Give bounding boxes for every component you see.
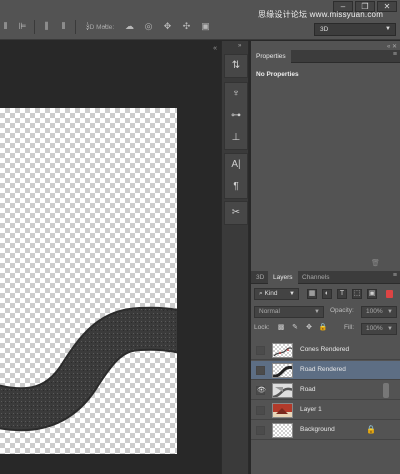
visibility-toggle[interactable]	[256, 426, 265, 435]
layer-name: Road Rendered	[300, 366, 346, 373]
pan-3d-icon[interactable]: ✥	[162, 21, 173, 32]
tab-properties[interactable]: Properties	[251, 50, 291, 63]
lock-pixels-icon[interactable]: ✎	[290, 324, 300, 334]
workspace-select[interactable]: 3D ▼	[314, 23, 396, 36]
collapse-arrows-icon[interactable]: «	[213, 45, 217, 52]
filter-pixel-icon[interactable]: ▦	[307, 289, 317, 299]
fill-label: Fill:	[344, 324, 355, 331]
opacity-field[interactable]: 100% ▼	[361, 306, 397, 318]
opacity-value: 100%	[366, 308, 383, 315]
layer-row[interactable]: Layer 1	[251, 401, 400, 420]
tab-channels[interactable]: Channels	[297, 271, 334, 284]
layer-name: Layer 1	[300, 406, 322, 413]
workspace-value: 3D	[320, 26, 329, 33]
chevron-down-icon: ▼	[387, 326, 393, 332]
filter-shape-icon[interactable]: ⬚	[352, 289, 362, 299]
layer-row[interactable]: Cones Rendered	[251, 341, 400, 360]
layer-row[interactable]: 👁 Road	[251, 381, 400, 400]
blend-mode-select[interactable]: Normal ▼	[254, 306, 324, 318]
paragraph-icon[interactable]: ¶	[225, 176, 247, 198]
tab-3d[interactable]: 3D	[251, 271, 269, 284]
panel-menu-icon[interactable]: ≡	[393, 51, 397, 58]
tool-group-type: A| ¶	[224, 153, 248, 199]
slide-3d-icon[interactable]: ✣	[181, 21, 192, 32]
filter-kind-value: Kind	[264, 290, 278, 297]
lock-position-icon[interactable]: ✥	[304, 324, 314, 334]
visibility-toggle[interactable]	[256, 406, 265, 415]
history-icon[interactable]: ⇅	[225, 55, 247, 77]
layer-name: Cones Rendered	[300, 346, 350, 353]
lock-transparent-icon[interactable]: ▩	[276, 324, 286, 334]
visibility-toggle[interactable]	[256, 366, 265, 375]
right-panel-dock: « ✕ Properties ≡ No Properties 🗑 3D Laye…	[251, 41, 400, 474]
lock-row: Lock: ▩ ✎ ✥ 🔒 Fill: 100% ▼	[254, 323, 397, 336]
chevron-down-icon: ▼	[387, 309, 393, 315]
tool-group-history: ⇅	[224, 54, 248, 78]
watermark-text: 思缘设计论坛 www.missyuan.com	[258, 10, 384, 19]
expand-arrows-icon[interactable]: »	[238, 43, 241, 49]
distribute-columns-icon[interactable]: ⦀	[58, 21, 69, 32]
3d-mode-tools: ☁ ◎ ✥ ✣ ▣	[124, 21, 211, 32]
clone-source-icon[interactable]: ⊥	[225, 127, 247, 149]
character-icon[interactable]: A|	[225, 154, 247, 176]
filter-kind-select[interactable]: ⌕ Kind ▼	[254, 288, 299, 300]
panel-tool-column: » ⇅ ♆ ⊶ ⊥ A| ¶ ✂	[221, 41, 249, 474]
lock-all-icon[interactable]: 🔒	[318, 324, 328, 334]
filter-smart-object-icon[interactable]: ▣	[367, 289, 377, 299]
tool-group-tools: ✂	[224, 201, 248, 225]
properties-tab-row: Properties ≡	[251, 50, 400, 63]
chevron-down-icon: ▼	[385, 26, 391, 32]
tab-layers[interactable]: Layers	[268, 271, 298, 284]
layer-name: Road	[300, 386, 316, 393]
roll-3d-icon[interactable]: ◎	[143, 21, 154, 32]
layers-panel: 3D Layers Channels ≡ ⌕ Kind ▼ ▦ ◐ T ⬚ ▣ …	[251, 271, 400, 474]
panel-menu-icon[interactable]: ≡	[393, 272, 397, 279]
no-properties-message: No Properties	[256, 71, 299, 78]
canvas-area[interactable]: «	[0, 41, 219, 474]
blend-mode-value: Normal	[259, 308, 280, 315]
3d-mode-label: 3D Mode:	[86, 24, 115, 31]
layer-row-selected[interactable]: Road Rendered	[251, 361, 400, 380]
fill-value: 100%	[366, 325, 383, 332]
align-left-icon[interactable]: ⊫	[17, 21, 28, 32]
divider	[34, 20, 35, 34]
filter-type-icon[interactable]: T	[337, 289, 347, 299]
blend-row: Normal ▼ Opacity: 100% ▼	[254, 306, 397, 319]
brush-presets-icon[interactable]: ♆	[225, 83, 247, 105]
layers-tab-row: 3D Layers Channels ≡	[251, 271, 400, 284]
layer-thumbnail	[272, 363, 293, 378]
lock-icon: 🔒	[366, 425, 376, 434]
tool-presets-icon[interactable]: ✂	[225, 202, 247, 224]
filter-adjustment-icon[interactable]: ◐	[322, 289, 332, 299]
document-canvas[interactable]	[0, 108, 177, 454]
tool-group-brush: ♆ ⊶ ⊥	[224, 82, 248, 150]
layer-thumbnail	[272, 383, 293, 398]
layer-row[interactable]: Background 🔒	[251, 421, 400, 440]
distribute-horizontal-icon[interactable]: ⫴	[0, 21, 11, 32]
trash-icon[interactable]: 🗑	[371, 259, 380, 267]
fill-field[interactable]: 100% ▼	[361, 323, 397, 335]
eye-icon[interactable]: 👁	[256, 386, 266, 395]
properties-footer: 🗑	[251, 259, 400, 269]
lock-label: Lock:	[254, 324, 270, 331]
opacity-label: Opacity:	[330, 307, 354, 314]
road-artwork	[0, 306, 177, 432]
collapse-dock-icon[interactable]: « ✕	[387, 43, 397, 50]
layer-name: Background	[300, 426, 335, 433]
options-bar: – ❐ ✕ 思缘设计论坛 www.missyuan.com ⫴ ⊫ ⫼ ⦀ ⋮ …	[0, 0, 400, 40]
chevron-down-icon: ▼	[314, 309, 320, 315]
scrollbar-thumb[interactable]	[383, 383, 389, 398]
divider	[75, 20, 76, 34]
orbit-3d-icon[interactable]: ☁	[124, 21, 135, 32]
layer-thumbnail	[272, 403, 293, 418]
filter-toggle[interactable]	[386, 290, 393, 298]
visibility-toggle[interactable]	[256, 346, 265, 355]
distribute-spacing-icon[interactable]: ⫼	[41, 21, 52, 32]
layer-thumbnail	[272, 423, 293, 438]
scale-3d-icon[interactable]: ▣	[200, 21, 211, 32]
brush-settings-icon[interactable]: ⊶	[225, 105, 247, 127]
layer-filter-row: ⌕ Kind ▼ ▦ ◐ T ⬚ ▣	[254, 288, 397, 301]
chevron-down-icon: ▼	[289, 291, 295, 297]
layer-thumbnail	[272, 343, 293, 358]
